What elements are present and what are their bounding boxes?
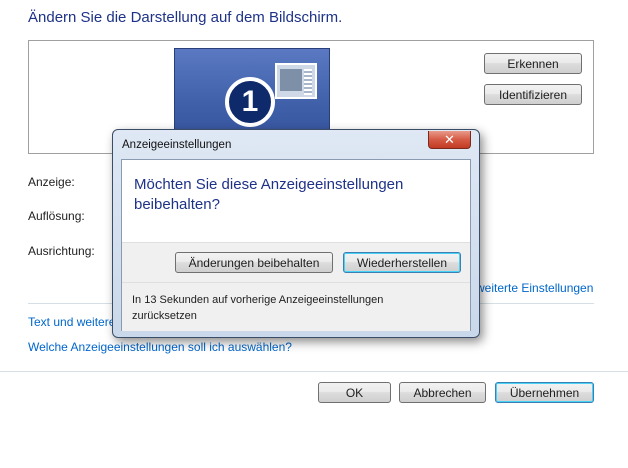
dialog-button-bar: Änderungen beibehalten Wiederherstellen [122, 242, 470, 283]
display-label: Anzeige: [28, 175, 75, 189]
ok-button[interactable]: OK [318, 382, 391, 403]
which-settings-link[interactable]: Welche Anzeigeeinstellungen soll ich aus… [28, 340, 292, 354]
apply-button[interactable]: Übernehmen [495, 382, 594, 403]
dialog-question: Möchten Sie diese Anzeigeeinstellungen b… [134, 176, 404, 213]
separator-bottom [0, 371, 628, 372]
identify-button[interactable]: Identifizieren [484, 84, 582, 105]
dialog-title: Anzeigeeinstellungen [122, 139, 232, 151]
close-icon[interactable]: ✕ [428, 131, 471, 149]
display-settings-dialog: Anzeigeeinstellungen ✕ Möchten Sie diese… [112, 129, 480, 338]
detect-button[interactable]: Erkennen [484, 53, 582, 74]
dialog-info-area: In 13 Sekunden auf vorherige Anzeigeeins… [122, 282, 470, 331]
dialog-content: Möchten Sie diese Anzeigeeinstellungen b… [121, 159, 471, 331]
revert-button[interactable]: Wiederherstellen [343, 252, 461, 273]
window-preview-icon [275, 63, 317, 99]
page-title: Ändern Sie die Darstellung auf dem Bilds… [28, 9, 343, 26]
text-size-link[interactable]: Text und weitere [28, 315, 115, 329]
advanced-settings-link[interactable]: weiterte Einstellungen [476, 281, 593, 295]
resolution-label: Auflösung: [28, 209, 85, 223]
orientation-label: Ausrichtung: [28, 244, 95, 258]
keep-changes-button[interactable]: Änderungen beibehalten [175, 252, 333, 273]
countdown-text: In 13 Sekunden auf vorherige Anzeigeeins… [132, 294, 384, 322]
monitor-number-badge: 1 [225, 77, 275, 127]
cancel-button[interactable]: Abbrechen [399, 382, 486, 403]
